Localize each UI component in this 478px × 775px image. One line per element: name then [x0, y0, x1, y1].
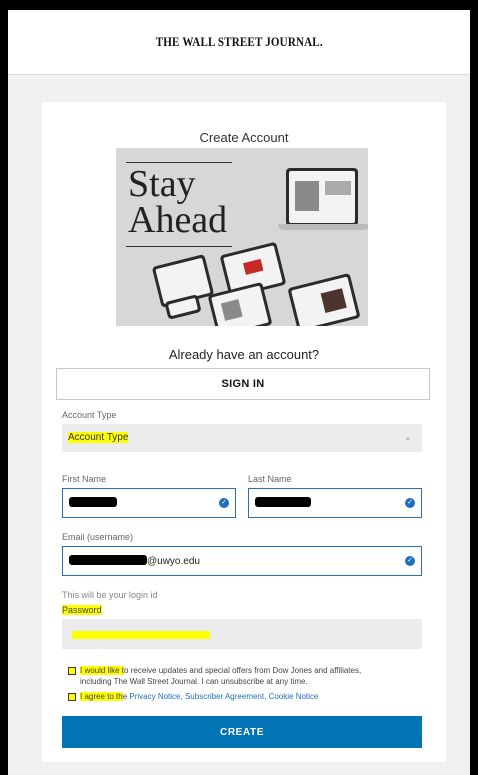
site-header: THE WALL STREET JOURNAL.	[8, 10, 470, 75]
browser-page: THE WALL STREET JOURNAL. Create Account …	[8, 10, 470, 775]
laptop-base	[278, 224, 368, 230]
email-label: Email (username)	[62, 532, 134, 542]
tablet-illustration-3	[207, 281, 273, 326]
last-name-label: Last Name	[248, 474, 292, 484]
account-type-select[interactable]: Account Type ⌄	[62, 424, 422, 452]
check-circle-icon: ✓	[405, 556, 415, 566]
page-title: Create Account	[199, 130, 289, 145]
email-suffix: @uwyo.edu	[147, 556, 200, 567]
hero-line-1: Stay	[128, 163, 196, 205]
last-name-field[interactable]: ✓	[248, 488, 422, 518]
email-field[interactable]: @uwyo.edu ✓	[62, 546, 422, 576]
redacted-email	[69, 555, 147, 565]
promo-image: Stay Ahead	[116, 148, 368, 326]
sign-in-button[interactable]: SIGN IN	[56, 368, 430, 400]
create-button[interactable]: CREATE	[62, 716, 422, 748]
email-hint: This will be your login id	[62, 590, 158, 600]
already-have-account-text: Already have an account?	[168, 347, 320, 362]
agreement-row: I agree to the Privacy Notice, Subscribe…	[68, 691, 318, 702]
password-field[interactable]	[62, 619, 422, 649]
create-account-card: Create Account Stay Ahead Already have a…	[42, 102, 446, 762]
redacted-last-name	[255, 497, 311, 507]
check-circle-icon: ✓	[219, 498, 229, 508]
agree-checkbox[interactable]	[68, 692, 76, 701]
marketing-checkbox[interactable]	[68, 666, 76, 675]
redacted-first-name	[69, 497, 117, 507]
hero-rule-bottom	[126, 246, 232, 247]
first-name-field[interactable]: ✓	[62, 488, 236, 518]
marketing-text-highlight: I would like t	[80, 666, 125, 675]
chevron-down-icon: ⌄	[403, 432, 412, 443]
privacy-notice-link[interactable]: Privacy Notice	[129, 692, 180, 701]
password-highlight-mark	[72, 631, 210, 639]
check-circle-icon: ✓	[405, 498, 415, 508]
hero-headline: Stay Ahead	[128, 163, 228, 241]
cookie-notice-link[interactable]: Cookie Notice	[269, 692, 319, 701]
subscriber-agreement-link[interactable]: Subscriber Agreement	[185, 692, 264, 701]
tablet-illustration-4	[287, 272, 361, 326]
agree-text-highlight: I agree to th	[80, 692, 123, 701]
first-name-label: First Name	[62, 474, 107, 484]
account-type-label: Account Type	[62, 410, 117, 420]
marketing-opt-in[interactable]: I would like to receive updates and spec…	[68, 665, 361, 687]
account-type-value: Account Type	[68, 432, 129, 443]
wsj-logo[interactable]: THE WALL STREET JOURNAL.	[155, 34, 322, 50]
laptop-illustration	[286, 168, 358, 226]
marketing-text: o receive updates and special offers fro…	[124, 666, 362, 675]
hero-line-2: Ahead	[128, 199, 228, 241]
password-label: Password	[62, 605, 102, 615]
marketing-text-line2: including The Wall Street Journal. I can…	[80, 677, 308, 686]
